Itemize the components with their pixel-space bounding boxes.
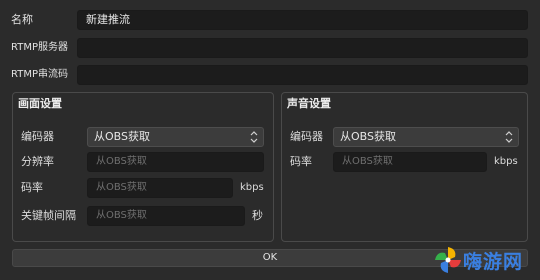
keyframe-interval-input[interactable]: 从OBS获取 <box>87 206 245 226</box>
video-bitrate-input[interactable]: 从OBS获取 <box>87 178 233 198</box>
keyframe-interval-unit: 秒 <box>252 209 263 222</box>
video-bitrate-unit: kbps <box>240 182 264 193</box>
video-bitrate-label: 码率 <box>21 181 43 194</box>
name-input[interactable]: 新建推流 <box>77 10 528 30</box>
site-watermark: 嗨游网 <box>433 244 539 276</box>
audio-encoder-select[interactable]: 从OBS获取 <box>333 127 519 147</box>
rtmp-key-label: RTMP串流码 <box>11 69 68 80</box>
audio-bitrate-unit: kbps <box>494 156 518 167</box>
video-resolution-input[interactable]: 从OBS获取 <box>87 152 264 172</box>
audio-bitrate-input[interactable]: 从OBS获取 <box>333 152 487 172</box>
rtmp-key-input[interactable] <box>77 65 528 85</box>
rtmp-server-label: RTMP服务器 <box>11 42 68 53</box>
audio-encoder-value: 从OBS获取 <box>340 130 396 143</box>
rtmp-server-input[interactable] <box>77 38 528 58</box>
pinwheel-logo-icon <box>435 247 461 273</box>
video-resolution-label: 分辨率 <box>21 155 54 168</box>
video-encoder-select[interactable]: 从OBS获取 <box>87 127 264 147</box>
name-label: 名称 <box>11 13 33 26</box>
up-down-arrows-icon <box>250 131 258 143</box>
watermark-text: 嗨游网 <box>463 251 524 273</box>
audio-bitrate-label: 码率 <box>290 155 312 168</box>
video-settings-title: 画面设置 <box>18 97 62 110</box>
audio-encoder-label: 编码器 <box>290 130 323 143</box>
video-encoder-value: 从OBS获取 <box>94 130 150 143</box>
video-encoder-label: 编码器 <box>21 130 54 143</box>
keyframe-interval-label: 关键帧间隔 <box>21 209 76 222</box>
audio-settings-title: 声音设置 <box>287 97 331 110</box>
up-down-arrows-icon <box>505 131 513 143</box>
new-stream-dialog: 名称 新建推流 RTMP服务器 RTMP串流码 画面设置 编码器 从OBS获取 … <box>0 0 540 280</box>
